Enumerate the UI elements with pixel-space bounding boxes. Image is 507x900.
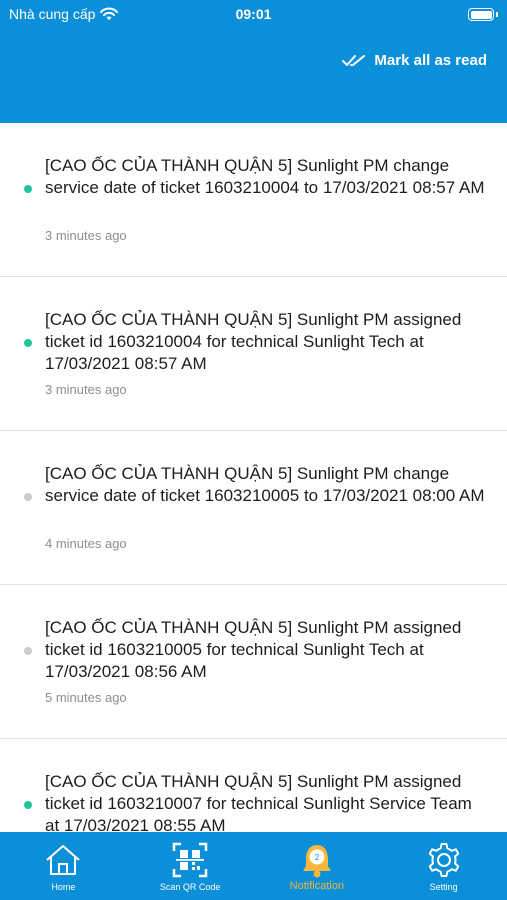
tab-notification[interactable]: 2 Notification bbox=[254, 832, 381, 900]
qr-code-icon bbox=[172, 842, 208, 878]
tab-setting[interactable]: Setting bbox=[380, 832, 507, 900]
notification-item[interactable]: [CAO ỐC CỦA THÀNH QUẬN 5] Sunlight PM as… bbox=[0, 277, 507, 431]
double-check-icon bbox=[342, 54, 366, 66]
battery-cap bbox=[496, 12, 498, 17]
status-bar: Nhà cung cấp 09:01 bbox=[0, 0, 507, 30]
read-indicator bbox=[24, 647, 32, 655]
svg-text:2: 2 bbox=[315, 853, 320, 862]
notification-item[interactable]: [CAO ỐC CỦA THÀNH QUẬN 5] Sunlight PM as… bbox=[0, 585, 507, 739]
notification-text: [CAO ỐC CỦA THÀNH QUẬN 5] Sunlight PM as… bbox=[45, 772, 472, 832]
notification-time: 3 minutes ago bbox=[45, 382, 127, 397]
tab-notification-label: Notification bbox=[289, 880, 345, 892]
tab-setting-label: Setting bbox=[429, 882, 458, 892]
unread-indicator bbox=[24, 801, 32, 809]
notification-item[interactable]: [CAO ỐC CỦA THÀNH QUẬN 5] Sunlight PM as… bbox=[0, 739, 507, 832]
notification-text: [CAO ỐC CỦA THÀNH QUẬN 5] Sunlight PM as… bbox=[45, 618, 462, 681]
notification-text: [CAO ỐC CỦA THÀNH QUẬN 5] Sunlight PM as… bbox=[45, 310, 462, 373]
app-header: Nhà cung cấp 09:01 Mark all as read bbox=[0, 0, 507, 123]
notification-list: [CAO ỐC CỦA THÀNH QUẬN 5] Sunlight PM ch… bbox=[0, 123, 507, 832]
tab-home[interactable]: Home bbox=[0, 832, 127, 900]
read-indicator bbox=[24, 493, 32, 501]
tab-home-label: Home bbox=[51, 882, 76, 892]
tab-scan-qr-label: Scan QR Code bbox=[159, 882, 221, 892]
notification-text: [CAO ỐC CỦA THÀNH QUẬN 5] Sunlight PM ch… bbox=[45, 464, 485, 505]
battery-icon bbox=[468, 8, 494, 21]
home-icon bbox=[46, 845, 81, 875]
notification-time: 5 minutes ago bbox=[45, 690, 127, 705]
mark-all-read-label: Mark all as read bbox=[374, 52, 487, 69]
notification-time: 3 minutes ago bbox=[45, 228, 127, 243]
tab-scan-qr[interactable]: Scan QR Code bbox=[127, 832, 254, 900]
gear-icon bbox=[428, 843, 459, 877]
notification-time: 4 minutes ago bbox=[45, 536, 127, 551]
bell-icon: 2 bbox=[302, 845, 331, 878]
unread-indicator bbox=[24, 339, 32, 347]
unread-indicator bbox=[24, 185, 32, 193]
tab-bar: Home Scan QR Code 2 Notification Setting bbox=[0, 832, 507, 900]
notification-item[interactable]: [CAO ỐC CỦA THÀNH QUẬN 5] Sunlight PM ch… bbox=[0, 123, 507, 277]
status-time: 09:01 bbox=[235, 6, 272, 22]
notification-item[interactable]: [CAO ỐC CỦA THÀNH QUẬN 5] Sunlight PM ch… bbox=[0, 431, 507, 585]
mark-all-read-button[interactable]: Mark all as read bbox=[342, 52, 487, 69]
notification-text: [CAO ỐC CỦA THÀNH QUẬN 5] Sunlight PM ch… bbox=[45, 156, 485, 197]
